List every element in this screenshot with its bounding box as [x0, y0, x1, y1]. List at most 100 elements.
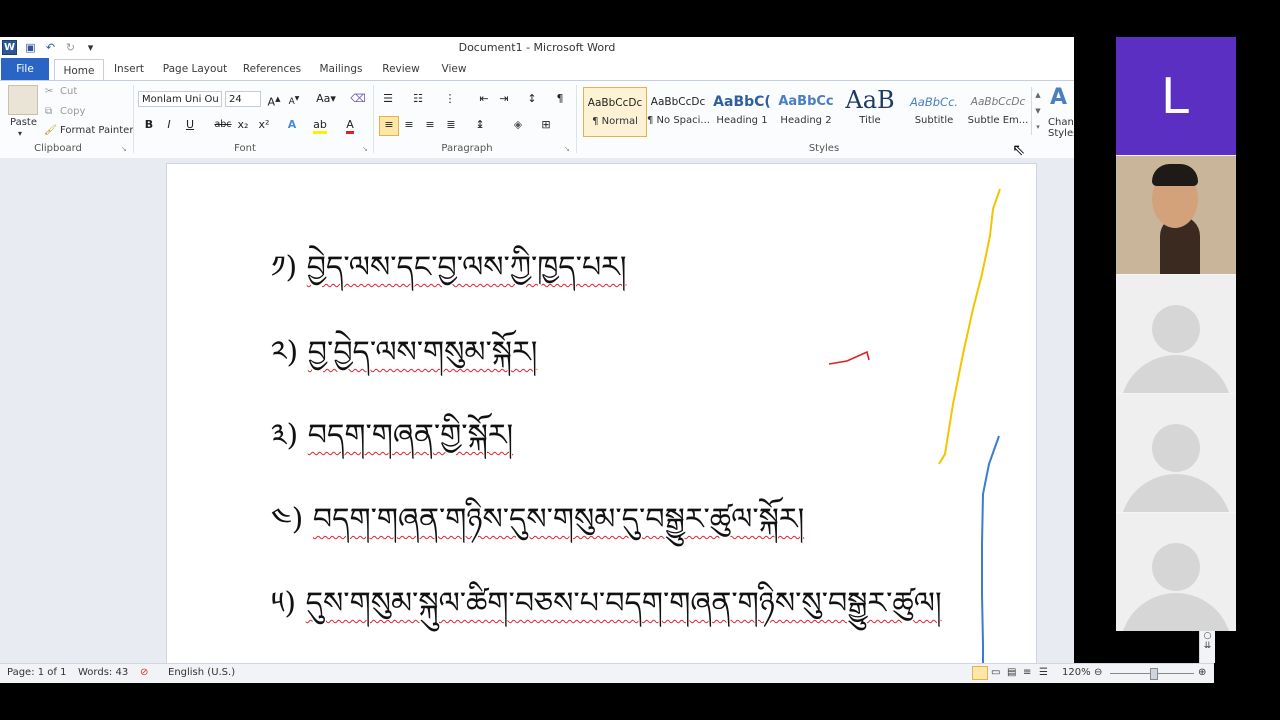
paste-button[interactable]: Paste — [10, 117, 37, 128]
italic-button[interactable]: I — [161, 117, 177, 133]
language[interactable]: English (U.S.) — [168, 667, 235, 678]
zoom-in-icon[interactable]: ⊕ — [1198, 667, 1206, 678]
style-normal[interactable]: AaBbCcDc ¶ Normal — [583, 87, 647, 137]
format-painter-button[interactable]: Format Painter — [60, 125, 133, 136]
scroll-navigation[interactable]: ○ ⇊ — [1199, 631, 1215, 663]
page-count[interactable]: Page: 1 of 1 — [7, 667, 66, 678]
ribbon: Paste ▾ ✂ Cut ⧉ Copy 🖌 Format Painter Cl… — [0, 80, 1074, 159]
strikethrough-button[interactable]: abc — [213, 117, 233, 133]
font-color-icon[interactable]: A — [342, 117, 358, 134]
copy-icon: ⧉ — [45, 106, 53, 117]
participant-placeholder — [1116, 394, 1236, 512]
borders-icon[interactable]: ⊞ — [538, 117, 554, 133]
tab-insert[interactable]: Insert — [110, 58, 148, 80]
word-count[interactable]: Words: 43 — [78, 667, 128, 678]
group-label-styles: Styles — [808, 143, 840, 154]
style-subtitle[interactable]: AaBbCc. Subtitle — [903, 87, 965, 135]
style-no-spacing[interactable]: AaBbCcDc ¶ No Spaci... — [647, 87, 709, 135]
style-subtle-emphasis[interactable]: AaBbCcDc Subtle Em... — [967, 87, 1029, 135]
align-center-icon[interactable]: ≡ — [401, 117, 417, 133]
window-title: Document1 - Microsoft Word — [458, 41, 616, 54]
align-right-icon[interactable]: ≡ — [422, 117, 438, 133]
tab-file[interactable]: File — [1, 58, 49, 80]
style-preview: AaB — [845, 87, 895, 114]
person-shoulders — [1120, 593, 1232, 631]
change-styles-icon[interactable]: A — [1050, 85, 1067, 110]
print-layout-icon[interactable] — [972, 666, 988, 680]
copy-button[interactable]: Copy — [60, 106, 85, 117]
style-preview: AaBbCcDc — [970, 96, 1026, 108]
style-label: Heading 2 — [780, 115, 832, 126]
change-case-icon[interactable]: Aa▾ — [314, 91, 338, 107]
zoom-level[interactable]: 120% — [1062, 667, 1091, 678]
style-preview: AaBbCc — [778, 94, 834, 109]
person-shoulders — [1120, 355, 1232, 393]
styles-scroll-icon[interactable]: ▲ ▼ ▾ — [1031, 87, 1044, 135]
style-preview: AaBbCc. — [909, 95, 959, 109]
style-label: Subtitle — [914, 115, 954, 126]
proofing-icon[interactable]: ⊘ — [140, 667, 148, 678]
pilcrow-icon[interactable]: ¶ — [552, 91, 568, 107]
change-styles-button[interactable]: Change Styles — [1048, 117, 1074, 141]
font-launcher-icon[interactable]: ↘ — [362, 145, 368, 153]
decrease-indent-icon[interactable]: ⇤ — [476, 91, 492, 107]
ribbon-tabs: File Home Insert Page Layout References … — [0, 58, 1074, 81]
chevron-down-icon[interactable]: ▾ — [18, 129, 22, 138]
clipboard-launcher-icon[interactable]: ↘ — [121, 145, 127, 153]
status-bar: Page: 1 of 1 Words: 43 ⊘ English (U.S.) … — [0, 663, 1214, 683]
highlight-icon[interactable]: ab — [312, 117, 328, 134]
outline-icon[interactable]: ≡ — [1023, 667, 1031, 678]
document-page[interactable]: ༡) བྱེད་ལས་དང་བྱ་ལས་ཀྱི་ཁྱད་པར། ༢) བྱ་བྱ… — [166, 163, 1037, 663]
bullets-icon[interactable]: ☰ — [380, 91, 396, 107]
justify-icon[interactable]: ≣ — [443, 117, 459, 133]
participant-video — [1116, 156, 1236, 274]
font-name-combo[interactable]: Monlam Uni Ou — [138, 91, 222, 107]
video-call-panel: L — [1116, 37, 1236, 631]
multilevel-list-icon[interactable]: ⋮ — [442, 91, 458, 107]
font-size-combo[interactable]: 24 — [225, 91, 261, 107]
scissors-icon: ✂ — [45, 86, 54, 97]
document-area[interactable]: ༡) བྱེད་ལས་དང་བྱ་ལས་ཀྱི་ཁྱད་པར། ༢) བྱ་བྱ… — [0, 158, 1074, 663]
group-label-font: Font — [234, 143, 256, 154]
subscript-button[interactable]: x₂ — [235, 117, 251, 133]
superscript-button[interactable]: x² — [256, 117, 272, 133]
full-screen-icon[interactable]: ▭ — [991, 667, 1000, 678]
tab-references[interactable]: References — [240, 58, 304, 80]
tab-home[interactable]: Home — [54, 59, 104, 81]
zoom-slider-thumb[interactable] — [1150, 668, 1158, 680]
zoom-out-icon[interactable]: ⊖ — [1094, 667, 1102, 678]
style-title[interactable]: AaB Title — [839, 87, 901, 135]
numbering-icon[interactable]: ☷ — [410, 91, 426, 107]
style-heading-1[interactable]: AaBbC( Heading 1 — [711, 87, 773, 135]
shading-icon[interactable]: ◈ — [510, 117, 526, 133]
clear-formatting-icon[interactable]: ⌫ — [350, 91, 366, 107]
group-label-clipboard: Clipboard — [34, 143, 82, 154]
style-heading-2[interactable]: AaBbCc Heading 2 — [775, 87, 837, 135]
tab-page-layout[interactable]: Page Layout — [160, 58, 230, 80]
person-icon — [1152, 543, 1200, 591]
text-effects-icon[interactable]: A — [284, 117, 300, 133]
person-shoulders — [1120, 474, 1232, 512]
align-left-icon[interactable]: ≡ — [379, 116, 399, 136]
brush-icon: 🖌 — [44, 125, 57, 136]
sort-icon[interactable]: ↕ — [524, 91, 540, 107]
draft-icon[interactable]: ☰ — [1039, 667, 1048, 678]
tab-review[interactable]: Review — [378, 58, 424, 80]
web-layout-icon[interactable]: ▤ — [1007, 667, 1016, 678]
bold-button[interactable]: B — [141, 117, 157, 133]
grow-font-icon[interactable]: A▲ — [266, 91, 282, 109]
style-preview: AaBbCcDc — [587, 97, 643, 109]
paragraph-launcher-icon[interactable]: ↘ — [564, 145, 570, 153]
tab-view[interactable]: View — [432, 58, 476, 80]
ink-annotations — [828, 188, 1001, 663]
paste-icon[interactable] — [8, 85, 38, 115]
participant-avatar: L — [1116, 37, 1236, 155]
shrink-font-icon[interactable]: A▼ — [286, 91, 302, 107]
blue-ink-stroke — [981, 435, 1000, 663]
cut-button[interactable]: Cut — [60, 86, 77, 97]
underline-button[interactable]: U — [182, 117, 198, 133]
participant-placeholder — [1116, 513, 1236, 631]
tab-mailings[interactable]: Mailings — [314, 58, 368, 80]
line-spacing-icon[interactable]: ↨ — [472, 117, 488, 133]
increase-indent-icon[interactable]: ⇥ — [496, 91, 512, 107]
